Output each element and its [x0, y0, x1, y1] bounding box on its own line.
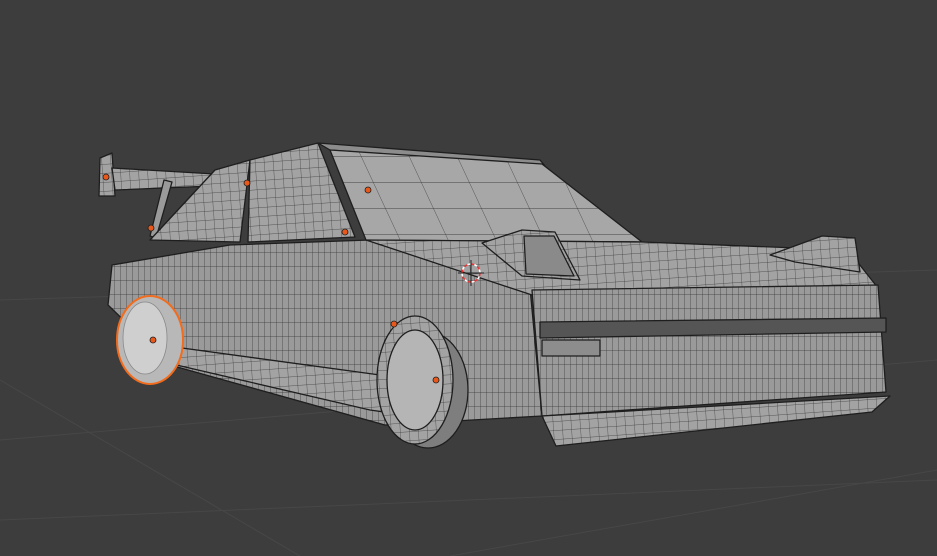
- viewport-canvas[interactable]: [0, 0, 937, 556]
- car-mesh[interactable]: [98, 142, 891, 449]
- object-origin-icon: [341, 228, 349, 236]
- object-origin-icon: [149, 336, 157, 344]
- object-origin-icon: [102, 173, 110, 181]
- 3d-viewport[interactable]: [0, 0, 937, 556]
- object-origin-icon: [390, 320, 398, 328]
- object-origin-icon: [147, 224, 155, 232]
- object-origin-icon: [243, 179, 251, 187]
- windshield: [329, 149, 643, 243]
- object-origin-icon: [364, 186, 372, 194]
- headlight: [541, 339, 601, 357]
- object-origin-icon: [432, 376, 440, 384]
